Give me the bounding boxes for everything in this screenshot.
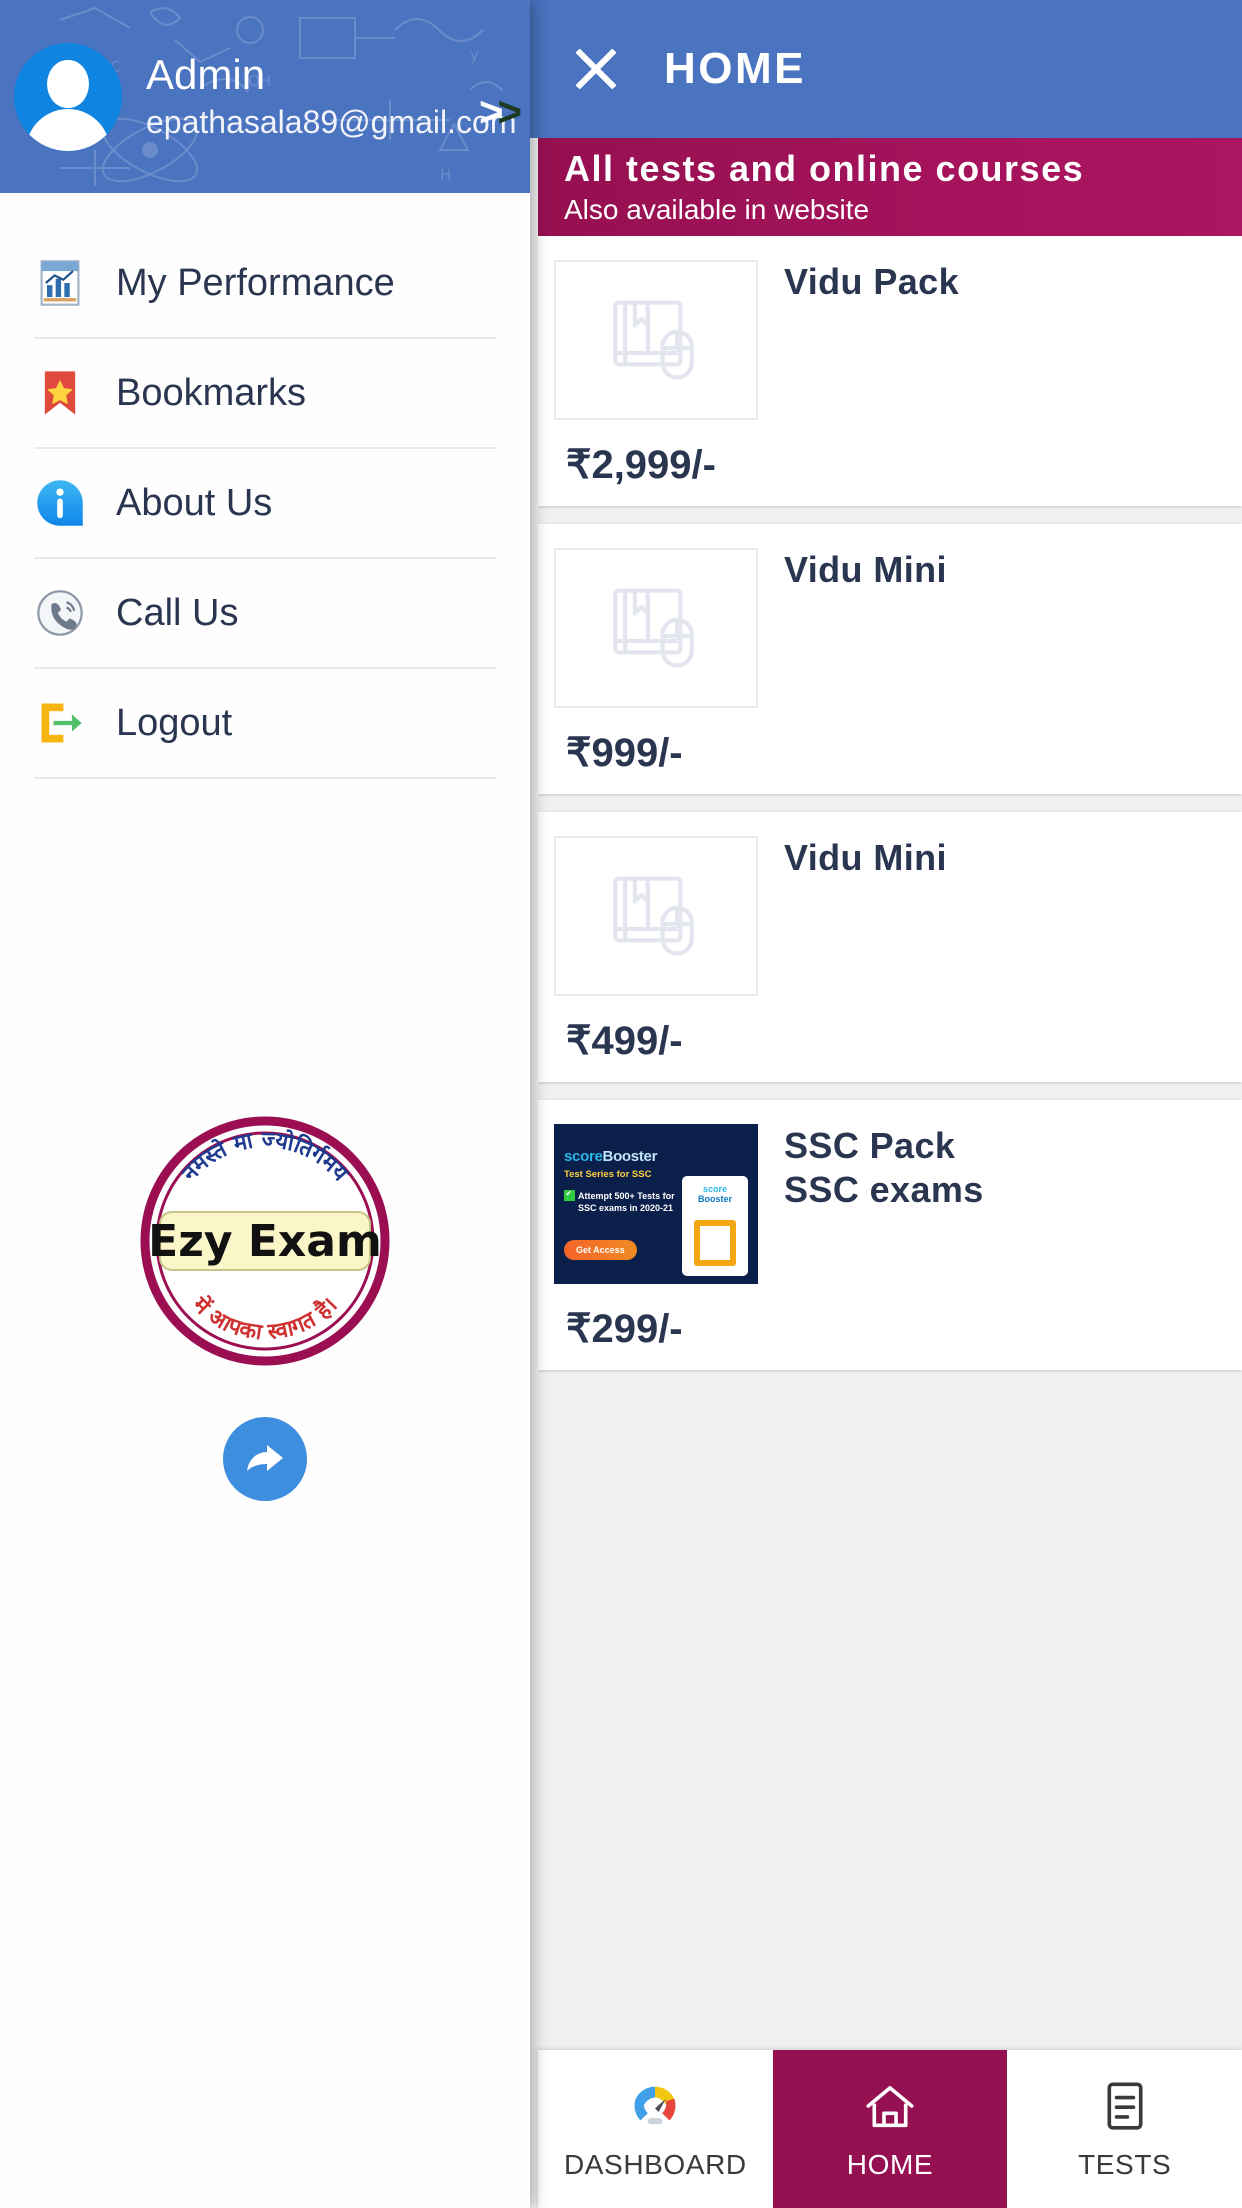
promo-subline: Also available in website bbox=[564, 194, 870, 225]
promo-banner: All tests and online courses Also availa… bbox=[538, 138, 1242, 236]
product-list[interactable]: Vidu Pack ₹2,999/- Vidu Mini ₹999/- Vidu Min… bbox=[538, 236, 1242, 2050]
product-thumbnail bbox=[554, 836, 758, 996]
avatar bbox=[14, 42, 122, 151]
banner-phone-mock: score Booster bbox=[682, 1176, 748, 1276]
ezy-exam-logo: नमस्ते मा ज्योतिर्गमय में आपका स्वागत है… bbox=[140, 1116, 390, 1366]
user-name: Admin bbox=[146, 50, 266, 98]
drawer-item-about-us[interactable]: About Us bbox=[34, 449, 496, 559]
banner-subtitle: Test Series for SSC bbox=[564, 1169, 652, 1180]
home-house-icon bbox=[866, 2086, 914, 2128]
nav-item-dashboard[interactable]: DASHBOARD bbox=[538, 2050, 773, 2208]
logout-arrow-icon bbox=[41, 703, 82, 743]
drawer-item-label: Call Us bbox=[116, 591, 239, 634]
drawer-item-my-performance[interactable]: My Performance bbox=[34, 229, 496, 339]
product-card[interactable]: Vidu Mini ₹499/- bbox=[538, 812, 1242, 1082]
drawer-item-logout[interactable]: Logout bbox=[34, 669, 496, 779]
banner-bullet: Attempt 500+ Tests for SSC exams in 2020… bbox=[578, 1191, 675, 1214]
tests-icon bbox=[1107, 2082, 1143, 2130]
chart-document-icon bbox=[40, 260, 80, 306]
product-row: Vidu Mini bbox=[538, 836, 1242, 996]
product-row: Vidu Mini bbox=[538, 548, 1242, 708]
product-card[interactable]: scoreBooster Test Series for SSC Attempt 5… bbox=[538, 1100, 1242, 1370]
info-circle-icon bbox=[37, 480, 83, 526]
navigation-drawer: OH C y H Admin epathasala89@gmail.com >>… bbox=[0, 0, 530, 2208]
product-price: ₹499/- bbox=[566, 1019, 683, 1063]
banner-logo: scoreBooster bbox=[564, 1148, 658, 1165]
banner-cta-button[interactable]: Get Access bbox=[564, 1240, 637, 1260]
nav-item-label: TESTS bbox=[1078, 2149, 1172, 2180]
share-forward-button[interactable] bbox=[223, 1417, 307, 1501]
drawer-footer: नमस्ते मा ज्योतिर्गमय में आपका स्वागत है… bbox=[0, 779, 530, 2208]
product-card[interactable]: Vidu Mini ₹999/- bbox=[538, 524, 1242, 794]
phone-call-icon bbox=[37, 590, 83, 636]
product-row: Vidu Pack bbox=[538, 260, 1242, 420]
product-thumbnail bbox=[554, 260, 758, 420]
nav-item-label: HOME bbox=[846, 2149, 934, 2180]
drawer-header[interactable]: OH C y H Admin epathasala89@gmail.com >> bbox=[0, 0, 530, 193]
book-mouse-placeholder-icon bbox=[613, 300, 694, 380]
user-email: epathasala89@gmail.com bbox=[146, 104, 517, 141]
drawer-item-bookmarks[interactable]: Bookmarks bbox=[34, 339, 496, 449]
nav-item-label: DASHBOARD bbox=[563, 2149, 747, 2180]
product-title: Vidu Pack bbox=[784, 261, 960, 302]
product-thumbnail bbox=[554, 548, 758, 708]
drawer-item-label: Logout bbox=[116, 701, 233, 744]
banner-clipboard-icon bbox=[694, 1220, 736, 1266]
drawer-item-label: About Us bbox=[116, 481, 273, 524]
user-info: Admin epathasala89@gmail.com bbox=[146, 50, 517, 141]
logo-center-text: Ezy Exam bbox=[148, 1216, 382, 1267]
product-title: Vidu Mini bbox=[784, 549, 947, 590]
chevron-right-icon[interactable]: >> bbox=[479, 88, 522, 136]
app-root: HOME All tests and online courses Also a… bbox=[0, 0, 1242, 2208]
product-card[interactable]: Vidu Pack ₹2,999/- bbox=[538, 236, 1242, 506]
drawer-item-label: Bookmarks bbox=[116, 371, 307, 414]
svg-text:H: H bbox=[440, 166, 451, 184]
drawer-item-label: My Performance bbox=[116, 261, 395, 304]
product-price: ₹299/- bbox=[566, 1307, 683, 1351]
book-mouse-placeholder-icon bbox=[613, 588, 694, 668]
promo-headline: All tests and online courses bbox=[564, 148, 1085, 189]
banner-phone-logo: score Booster bbox=[697, 1184, 732, 1204]
drawer-item-call-us[interactable]: Call Us bbox=[34, 559, 496, 669]
bottom-navigation: DASHBOARD HOME TESTS bbox=[538, 2050, 1242, 2208]
close-x-icon[interactable] bbox=[570, 43, 622, 95]
product-title: Vidu Mini bbox=[784, 837, 947, 878]
product-row: scoreBooster Test Series for SSC Attempt 5… bbox=[538, 1124, 1242, 1284]
drawer-menu: My Performance Bookmarks About Us Call Us Lo… bbox=[0, 193, 530, 779]
nav-item-home[interactable]: HOME bbox=[772, 2050, 1008, 2208]
product-title: SSC Pack SSC exams bbox=[784, 1125, 984, 1210]
book-mouse-placeholder-icon bbox=[613, 876, 694, 956]
nav-item-tests[interactable]: TESTS bbox=[1007, 2050, 1242, 2208]
product-thumbnail-banner: scoreBooster Test Series for SSC Attempt 5… bbox=[554, 1124, 758, 1284]
product-price: ₹2,999/- bbox=[566, 443, 716, 487]
share-forward-icon bbox=[247, 1445, 283, 1471]
page-title: HOME bbox=[664, 44, 806, 93]
bookmark-star-icon bbox=[44, 371, 76, 415]
product-price: ₹999/- bbox=[566, 731, 683, 775]
gauge-dashboard-icon bbox=[634, 2086, 676, 2125]
